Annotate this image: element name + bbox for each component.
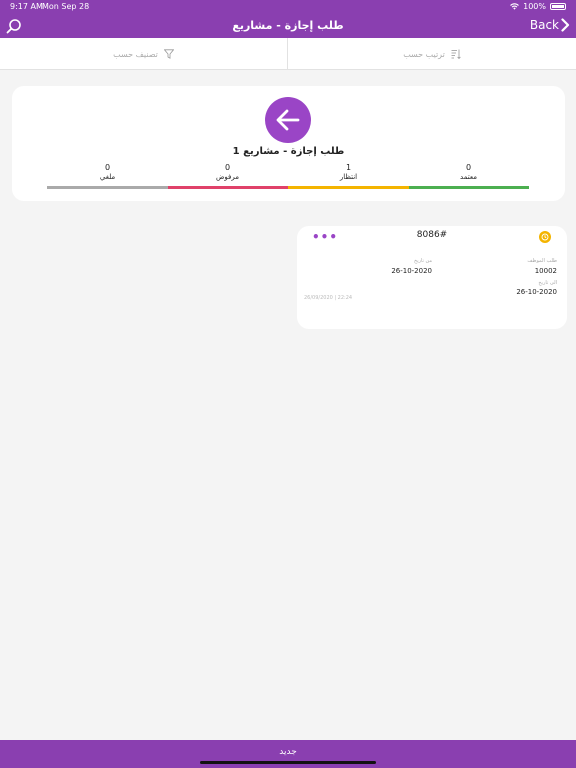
stat-pending[interactable]: 1 انتظار — [288, 163, 409, 189]
filter-icon — [163, 49, 174, 59]
battery-icon — [550, 3, 566, 10]
back-button[interactable]: Back — [530, 18, 570, 32]
pending-status-icon — [539, 231, 551, 243]
stat-bar — [167, 186, 288, 189]
stat-label: ملغي — [99, 173, 116, 181]
stat-count: 0 — [465, 163, 472, 172]
stat-cancelled[interactable]: 0 ملغي — [47, 163, 168, 189]
page-title: طلب إجازة - مشاريع — [232, 19, 344, 32]
navigation-bar: طلب إجازة - مشاريع Back — [0, 14, 576, 38]
summary-title: 1 طلب إجازة - مشاريع — [232, 146, 345, 157]
status-time: 9:17 AM — [10, 2, 43, 11]
to-date: 26-10-2020 — [516, 288, 557, 296]
stat-label: معتمد — [460, 173, 477, 181]
stat-bar — [47, 186, 168, 189]
stat-count: 0 — [104, 163, 111, 172]
stat-count: 0 — [224, 163, 231, 172]
stat-bar — [288, 186, 409, 189]
employee-id: 10002 — [534, 267, 557, 275]
sort-icon — [451, 49, 461, 59]
stat-bar — [408, 186, 529, 189]
arrow-left-icon — [276, 109, 300, 131]
filter-button[interactable]: تصنيف حسب — [0, 38, 288, 70]
stat-rejected[interactable]: 0 مرفوض — [167, 163, 288, 189]
stat-approved[interactable]: 0 معتمد — [408, 163, 529, 189]
battery-percent: 100% — [523, 2, 546, 11]
sort-filter-toolbar: تصنيف حسب ترتيب حسب — [0, 38, 576, 70]
back-arrow-button[interactable] — [265, 97, 311, 143]
request-card[interactable]: ••• 8086# طلب الموظف 10002 من تاريخ 26-1… — [297, 226, 567, 329]
employee-label: طلب الموظف — [527, 258, 557, 264]
from-date: 26-10-2020 — [391, 267, 432, 275]
status-right: 100% — [510, 2, 566, 11]
stat-label: مرفوض — [215, 173, 240, 181]
new-request-label: جديد — [279, 747, 297, 757]
stat-label: انتظار — [339, 173, 358, 181]
from-date-label: من تاريخ — [413, 258, 432, 264]
sort-label: ترتيب حسب — [403, 49, 445, 59]
wifi-icon — [510, 3, 519, 10]
to-date-label: الى تاريخ — [538, 280, 557, 286]
sort-button[interactable]: ترتيب حسب — [288, 38, 576, 70]
back-label: Back — [529, 18, 559, 32]
filter-label: تصنيف حسب — [113, 49, 158, 59]
chevron-right-icon — [561, 18, 570, 32]
summary-card: 1 طلب إجازة - مشاريع 0 معتمد 1 انتظار 0 … — [12, 86, 565, 201]
status-bar: 9:17 AM Mon Sep 28 100% — [0, 0, 576, 14]
home-indicator — [200, 761, 376, 764]
created-timestamp: 26/09/2020 | 22:24 — [304, 295, 353, 301]
request-number: 8086# — [416, 230, 448, 240]
status-date: Mon Sep 28 — [42, 2, 90, 11]
stat-count: 1 — [345, 163, 352, 172]
